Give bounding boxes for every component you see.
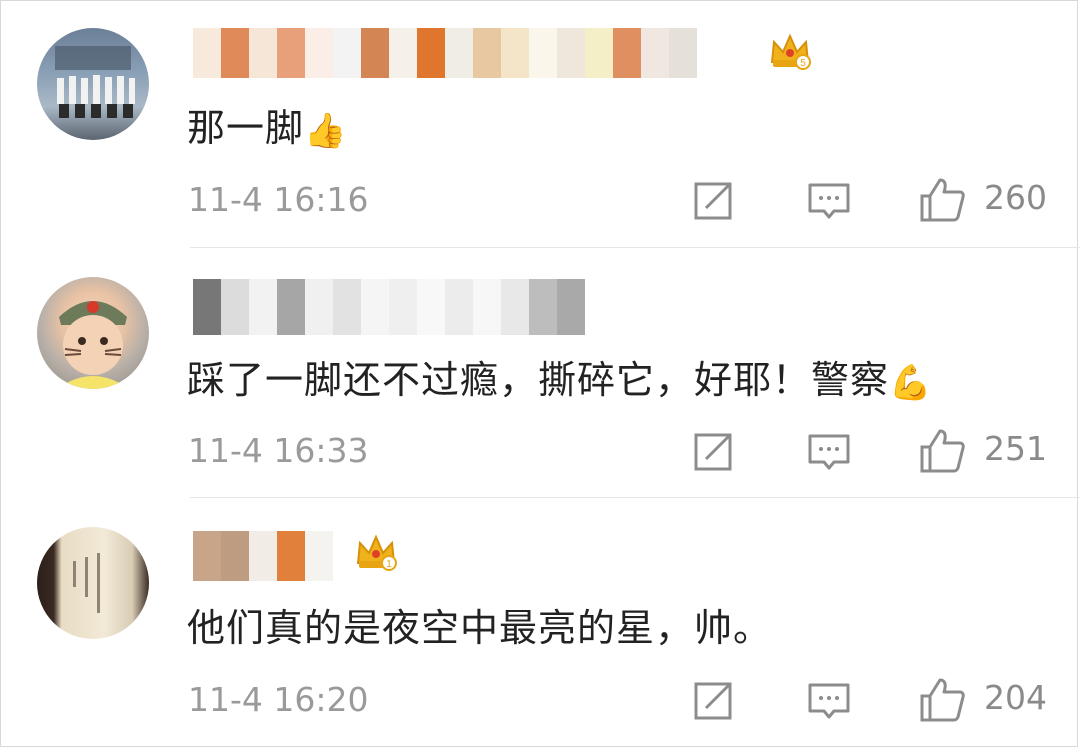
thumb-up-icon[interactable] bbox=[918, 427, 966, 475]
username-blurred[interactable] bbox=[193, 279, 585, 335]
comment-icon[interactable] bbox=[805, 676, 853, 724]
svg-text:1: 1 bbox=[386, 559, 392, 570]
avatar[interactable] bbox=[37, 28, 149, 140]
username-blurred[interactable] bbox=[193, 531, 333, 581]
avatar[interactable] bbox=[37, 277, 149, 389]
comment-actions: 204 bbox=[690, 676, 1050, 726]
comment-actions: 251 bbox=[690, 427, 1050, 477]
crown-badge-icon: 5 bbox=[768, 28, 812, 72]
username-blurred[interactable] bbox=[193, 28, 697, 78]
like-count: 260 bbox=[984, 178, 1047, 217]
comment-actions: 260 bbox=[690, 176, 1050, 226]
share-icon[interactable] bbox=[690, 176, 738, 224]
thumb-up-icon[interactable] bbox=[918, 676, 966, 724]
divider bbox=[190, 247, 1080, 248]
comment-item: 踩了一脚还不过瘾，撕碎它，好耶！警察💪 11-4 16:33 251 bbox=[0, 249, 1080, 499]
comment-icon[interactable] bbox=[805, 176, 853, 224]
thumb-up-icon[interactable] bbox=[918, 176, 966, 224]
comment-icon[interactable] bbox=[805, 427, 853, 475]
comment-text: 他们真的是夜空中最亮的星，帅。 bbox=[187, 606, 773, 650]
like-count: 204 bbox=[984, 678, 1047, 717]
comment-item: 1 他们真的是夜空中最亮的星，帅。 11-4 16:20 204 bbox=[0, 499, 1080, 749]
crown-badge-icon: 1 bbox=[354, 529, 398, 573]
svg-text:5: 5 bbox=[800, 58, 806, 69]
share-icon[interactable] bbox=[690, 676, 738, 724]
comment-text: 踩了一脚还不过瘾，撕碎它，好耶！警察💪 bbox=[187, 358, 933, 403]
comment-text: 那一脚👍 bbox=[187, 106, 348, 151]
comment-time: 11-4 16:20 bbox=[188, 680, 369, 719]
comment-time: 11-4 16:33 bbox=[188, 431, 369, 470]
comment-time: 11-4 16:16 bbox=[188, 180, 369, 219]
comment-item: 5 那一脚👍 11-4 16:16 260 bbox=[0, 0, 1080, 249]
like-count: 251 bbox=[984, 429, 1047, 468]
divider bbox=[190, 497, 1080, 498]
avatar[interactable] bbox=[37, 527, 149, 639]
thumbs-up-emoji-icon: 👍 bbox=[304, 110, 348, 151]
share-icon[interactable] bbox=[690, 427, 738, 475]
flexed-biceps-emoji-icon: 💪 bbox=[889, 362, 933, 403]
